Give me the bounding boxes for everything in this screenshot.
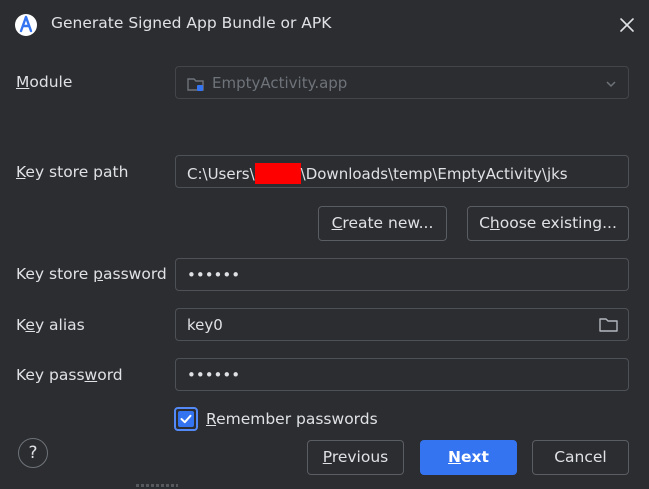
help-button[interactable]: ? [18,438,48,468]
redaction-block [254,163,301,184]
module-folder-icon [186,74,206,94]
remember-passwords-checkbox[interactable] [174,407,198,431]
checkmark-icon [178,411,194,427]
close-icon[interactable] [616,14,638,36]
key-password-input[interactable]: •••••• [175,358,629,391]
android-studio-icon [14,13,38,37]
module-select[interactable]: EmptyActivity.app [175,66,629,99]
signed-apk-dialog: Generate Signed App Bundle or APK Module… [0,0,649,489]
key-store-password-label: Key store password [16,265,167,283]
key-password-label: Key password [16,366,123,384]
key-alias-value: key0 [187,316,223,334]
partial-background-artifact [136,484,178,487]
key-password-value: •••••• [187,366,241,384]
key-store-path-label: Key store path [16,163,129,181]
dialog-title: Generate Signed App Bundle or APK [51,14,332,32]
module-label: Module [16,73,73,91]
previous-button[interactable]: Previous [307,440,404,475]
key-store-path-value: C:\Users\ \Downloads\temp\EmptyActivity\j… [187,163,568,184]
key-alias-label: Key alias [16,316,85,334]
title-bar: Generate Signed App Bundle or APK [0,0,649,50]
key-store-password-value: •••••• [187,266,241,284]
next-button[interactable]: Next [420,440,517,475]
key-store-password-input[interactable]: •••••• [175,258,629,291]
cancel-button[interactable]: Cancel [532,440,629,475]
create-new-button[interactable]: Create new... [318,206,447,241]
module-value: EmptyActivity.app [212,74,348,92]
key-store-path-input[interactable]: C:\Users\ \Downloads\temp\EmptyActivity\j… [175,155,629,188]
choose-existing-button[interactable]: Choose existing... [467,206,629,241]
folder-icon[interactable] [598,315,620,335]
key-alias-input[interactable]: key0 [175,308,629,341]
chevron-down-icon [604,77,618,91]
remember-passwords-label[interactable]: Remember passwords [206,410,378,428]
